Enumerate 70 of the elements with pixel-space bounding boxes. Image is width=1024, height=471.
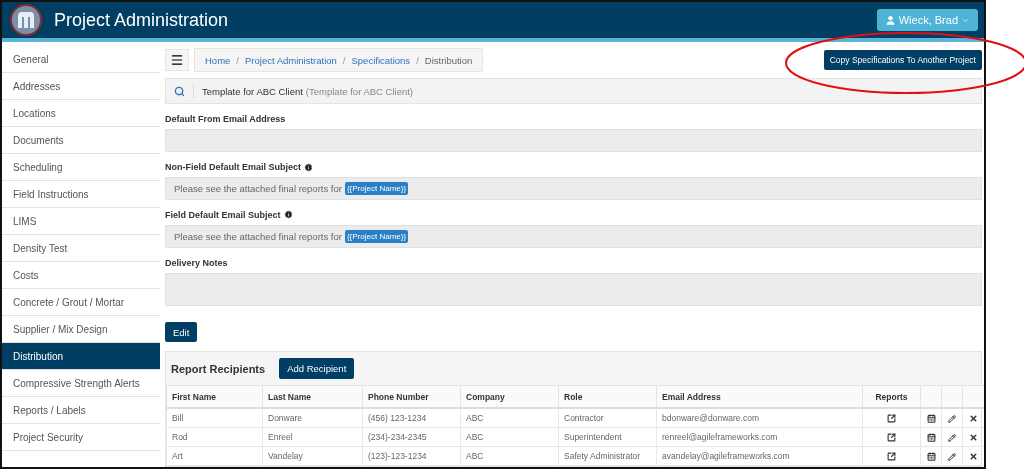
menu-button[interactable] [165,49,189,71]
table-cell: Rod [166,427,263,447]
table-cell: (123)-123-1234 [362,446,461,466]
panel-title: Report Recipients [171,362,266,375]
column-header: First Name [166,385,263,408]
delete-icon[interactable] [969,452,978,462]
logo-icon [10,4,42,36]
calendar-icon[interactable] [926,452,936,462]
table-cell: Art [166,446,263,466]
table-cell: Contractor [558,408,657,428]
calendar-icon[interactable] [926,433,936,443]
table-cell: bdonware@donware.com [656,408,863,428]
column-header: Role [558,385,657,408]
input-field[interactable]: Please see the attached final reports for {{Project Name}} [165,224,982,248]
table-cell: ABC [460,446,559,466]
search-icon [174,85,185,97]
pencil-icon[interactable] [948,452,956,461]
add-recipient-button[interactable]: Add Recipient [279,358,355,379]
column-header: Email Address [656,385,863,408]
column-header: Company [460,385,559,408]
field-label: Delivery Notes [165,257,228,268]
breadcrumb-separator: / [342,54,346,66]
table-cell: Superintendent [558,427,657,447]
info-icon [304,162,313,172]
table-cell: ABC [460,408,559,428]
input-field[interactable]: Please see the attached final reports for {{Project Name}} [165,177,982,200]
calendar-icon[interactable] [926,414,936,424]
delete-icon[interactable] [969,433,978,443]
table-cell: Bill [166,408,263,428]
menu-icon [170,53,184,67]
token-tag: {{Project Name}} [344,229,409,243]
breadcrumb-link[interactable]: Specifications [351,54,411,66]
notes-field[interactable] [165,272,982,307]
table-cell: Enreel [262,427,363,447]
column-header: Last Name [262,385,363,408]
breadcrumb-separator: / [236,54,239,66]
breadcrumb-separator: / [416,54,419,66]
field-label: Non-Field Default Email Subject [165,162,301,173]
open-report-icon[interactable] [887,433,896,443]
table-cell: ABC [460,427,559,447]
open-report-icon[interactable] [887,414,896,424]
input-field[interactable] [165,129,982,153]
edit-button[interactable]: Edit [165,322,198,342]
table-cell: Vandelay [262,446,363,466]
table-cell: (456) 123-1234 [362,408,461,428]
template-name: Template for ABC Client [202,85,303,97]
breadcrumb-link[interactable]: Home [205,54,231,66]
template-selector[interactable]: Template for ABC Client (Template for ABC Client) [165,78,982,105]
table-cell: (234)-234-2345 [362,427,461,447]
breadcrumb-link[interactable]: Project Administration [245,54,337,66]
app-title: Project Administration [54,9,230,31]
table-cell: avandelay@agileframeworks.com [656,446,863,466]
sidebar-item[interactable]: Distribution [2,343,160,370]
table-cell: Donware [262,408,363,428]
pencil-icon[interactable] [948,414,956,423]
table-cell: Safety Administrator [558,446,657,466]
breadcrumb-link[interactable]: Distribution [424,54,473,66]
user-icon [884,14,896,26]
pencil-icon[interactable] [948,433,956,442]
field-label: Default From Email Address [165,114,286,125]
delete-icon[interactable] [969,414,978,424]
info-icon [283,210,293,220]
table-cell: renreel@agileframeworks.com [656,427,863,447]
copy-specifications-button[interactable]: Copy Specifications To Another Project [823,50,982,70]
token-tag: {{Project Name}} [344,182,409,195]
column-header: Reports [862,385,921,408]
column-header: Phone Number [362,385,461,408]
open-report-icon[interactable] [887,452,896,462]
field-label: Field Default Email Subject [165,209,281,220]
template-detail: (Template for ABC Client) [305,85,414,97]
